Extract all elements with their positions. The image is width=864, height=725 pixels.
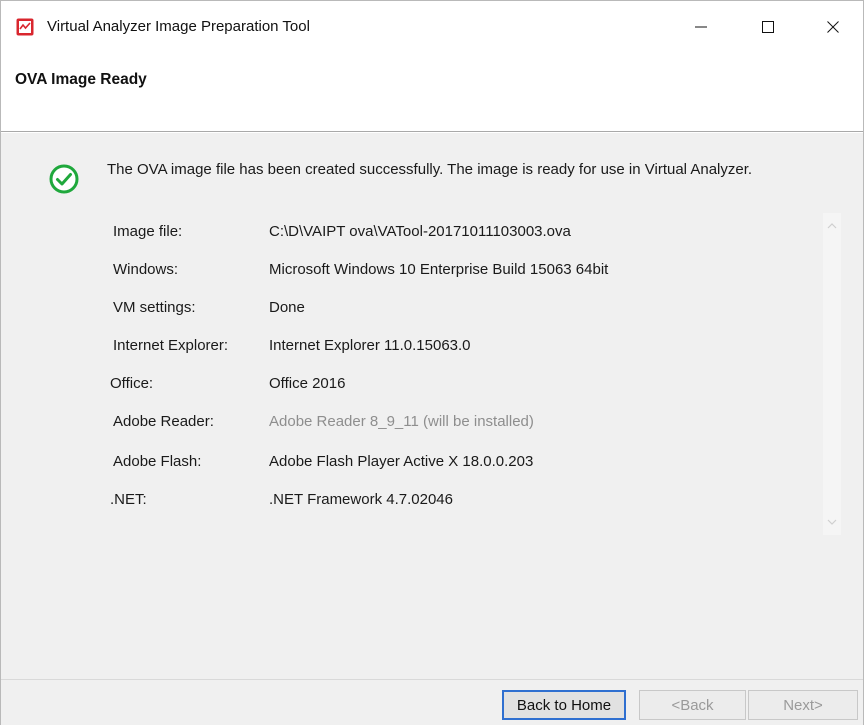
detail-row-adobe-reader: Adobe Reader: Adobe Reader 8_9_11 (will … (1, 413, 821, 437)
detail-label: .NET: (110, 491, 147, 508)
detail-label: Adobe Reader: (113, 413, 214, 430)
detail-label: Internet Explorer: (113, 337, 229, 354)
success-message: The OVA image file has been created succ… (107, 161, 753, 178)
detail-row-dotnet: .NET: .NET Framework 4.7.02046 (1, 491, 821, 515)
minimize-button[interactable] (672, 1, 730, 53)
detail-label: Adobe Flash: (113, 453, 202, 470)
chevron-up-icon (827, 223, 837, 229)
detail-value: Adobe Flash Player Active X 18.0.0.203 (269, 453, 534, 470)
detail-value: .NET Framework 4.7.02046 (269, 491, 453, 508)
window-title: Virtual Analyzer Image Preparation Tool (47, 18, 310, 35)
detail-value: C:\D\VAIPT ova\VATool-20171011103003.ova (269, 223, 571, 240)
detail-row-windows: Windows: Microsoft Windows 10 Enterprise… (1, 261, 821, 285)
detail-label: Windows: (113, 261, 179, 278)
scroll-down-button[interactable] (823, 513, 841, 531)
close-button[interactable] (804, 1, 862, 53)
detail-label: Image file: (113, 223, 183, 240)
detail-label: VM settings: (113, 299, 196, 316)
maximize-icon (762, 21, 774, 33)
detail-value: Internet Explorer 11.0.15063.0 (269, 337, 471, 354)
title-bar[interactable]: Virtual Analyzer Image Preparation Tool (1, 1, 863, 53)
back-button[interactable]: <Back (639, 690, 746, 720)
detail-row-adobe-flash: Adobe Flash: Adobe Flash Player Active X… (1, 453, 821, 477)
detail-row-vm-settings: VM settings: Done (1, 299, 821, 323)
close-icon (827, 21, 839, 33)
detail-row-image-file: Image file: C:\D\VAIPT ova\VATool-201710… (1, 223, 821, 247)
detail-value: Microsoft Windows 10 Enterprise Build 15… (269, 261, 609, 278)
main-content: The OVA image file has been created succ… (1, 133, 863, 679)
details-scrollbar[interactable] (823, 213, 841, 535)
minimize-icon (695, 26, 707, 28)
detail-value: Done (269, 299, 305, 316)
detail-label: Office: (110, 375, 154, 392)
chevron-down-icon (827, 519, 837, 525)
button-bar: Back to Home <Back Next> (1, 679, 863, 725)
back-to-home-button[interactable]: Back to Home (502, 690, 626, 720)
detail-value: Adobe Reader 8_9_11 (will be installed) (269, 413, 534, 430)
app-analyzer-icon (16, 18, 34, 36)
detail-row-internet-explorer: Internet Explorer: Internet Explorer 11.… (1, 337, 821, 361)
page-title: OVA Image Ready (15, 71, 147, 88)
maximize-button[interactable] (739, 1, 797, 53)
scroll-up-button[interactable] (823, 217, 841, 235)
detail-row-office: Office: Office 2016 (1, 375, 821, 399)
page-header: OVA Image Ready (1, 53, 863, 132)
success-check-icon (49, 164, 79, 194)
app-window: Virtual Analyzer Image Preparation Tool … (0, 0, 864, 725)
next-button[interactable]: Next> (748, 690, 858, 720)
detail-value: Office 2016 (269, 375, 346, 392)
